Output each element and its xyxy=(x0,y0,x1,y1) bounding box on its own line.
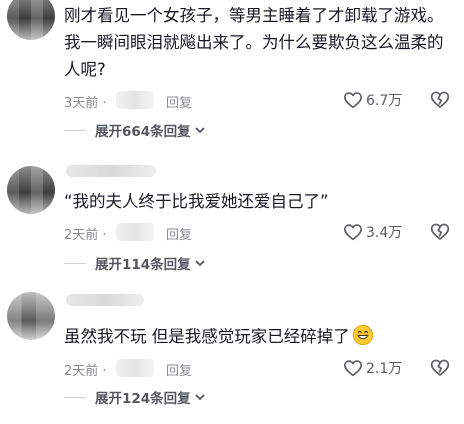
dislike-button[interactable] xyxy=(430,222,450,245)
comment-item: “我的夫人终于比我爱她还爱自己了” 2天前 · 回复 3.4万 展开114条回复 xyxy=(0,162,464,282)
grinning-sweat-emoji xyxy=(352,324,373,346)
heart-outline-icon xyxy=(344,92,362,109)
like-count: 2.1万 xyxy=(366,361,403,377)
avatar[interactable] xyxy=(7,292,55,340)
like-button[interactable]: 6.7万 xyxy=(343,89,402,111)
username-blur xyxy=(66,165,156,177)
like-count: 6.7万 xyxy=(366,93,403,109)
reply-button[interactable]: 回复 xyxy=(166,92,192,111)
expand-replies-button[interactable]: 展开114条回复 xyxy=(64,253,206,273)
comment-text-content: 虽然我不玩 但是我感觉玩家已经碎掉了 xyxy=(64,327,350,346)
expand-replies-button[interactable]: 展开664条回复 xyxy=(64,120,206,140)
chevron-down-icon xyxy=(195,127,205,134)
comment-time: 3天前 · xyxy=(64,96,107,111)
expand-replies-button[interactable]: 展开124条回复 xyxy=(64,387,206,407)
comment-text: “我的夫人终于比我爱她还爱自己了” xyxy=(64,192,329,211)
divider xyxy=(64,262,86,264)
comment-meta: 2天前 · 回复 3.4万 xyxy=(64,221,454,243)
dislike-button[interactable] xyxy=(430,358,450,381)
avatar[interactable] xyxy=(7,166,55,214)
like-count: 3.4万 xyxy=(366,225,403,241)
expand-replies-label: 展开114条回复 xyxy=(95,257,191,273)
expand-replies-label: 展开664条回复 xyxy=(95,124,191,140)
comment-item: 刚才看见一个女孩子，等男主睡着了才卸载了游戏。我一瞬间眼泪就飚出来了。为什么要欺… xyxy=(0,0,464,142)
heart-outline-icon xyxy=(344,224,362,241)
broken-heart-icon xyxy=(430,91,450,108)
comment-meta: 3天前 · 回复 6.7万 xyxy=(64,89,454,111)
ip-location-blur xyxy=(116,91,154,109)
heart-outline-icon xyxy=(344,360,362,377)
comment-time: 2天前 · xyxy=(64,364,107,379)
chevron-down-icon xyxy=(195,260,205,267)
expand-replies-label: 展开124条回复 xyxy=(95,391,191,407)
comment-meta: 2天前 · 回复 2.1万 xyxy=(64,357,454,379)
username-blur xyxy=(66,294,144,306)
reply-button[interactable]: 回复 xyxy=(166,360,192,379)
like-button[interactable]: 3.4万 xyxy=(343,221,402,243)
dislike-button[interactable] xyxy=(430,90,450,113)
avatar[interactable] xyxy=(7,0,55,40)
divider xyxy=(64,129,86,131)
broken-heart-icon xyxy=(430,223,450,240)
ip-location-blur xyxy=(116,359,154,377)
reply-button[interactable]: 回复 xyxy=(166,224,192,243)
comment-text: 刚才看见一个女孩子，等男主睡着了才卸载了游戏。我一瞬间眼泪就飚出来了。为什么要欺… xyxy=(64,6,444,79)
chevron-down-icon xyxy=(195,394,205,401)
comment-time: 2天前 · xyxy=(64,228,107,243)
broken-heart-icon xyxy=(430,359,450,376)
divider xyxy=(64,396,86,398)
ip-location-blur xyxy=(116,223,154,241)
comment-text: 虽然我不玩 但是我感觉玩家已经碎掉了 xyxy=(64,323,449,350)
comment-item: 虽然我不玩 但是我感觉玩家已经碎掉了 2天前 · 回复 2.1万 展开124条回… xyxy=(0,290,464,424)
like-button[interactable]: 2.1万 xyxy=(343,357,402,379)
